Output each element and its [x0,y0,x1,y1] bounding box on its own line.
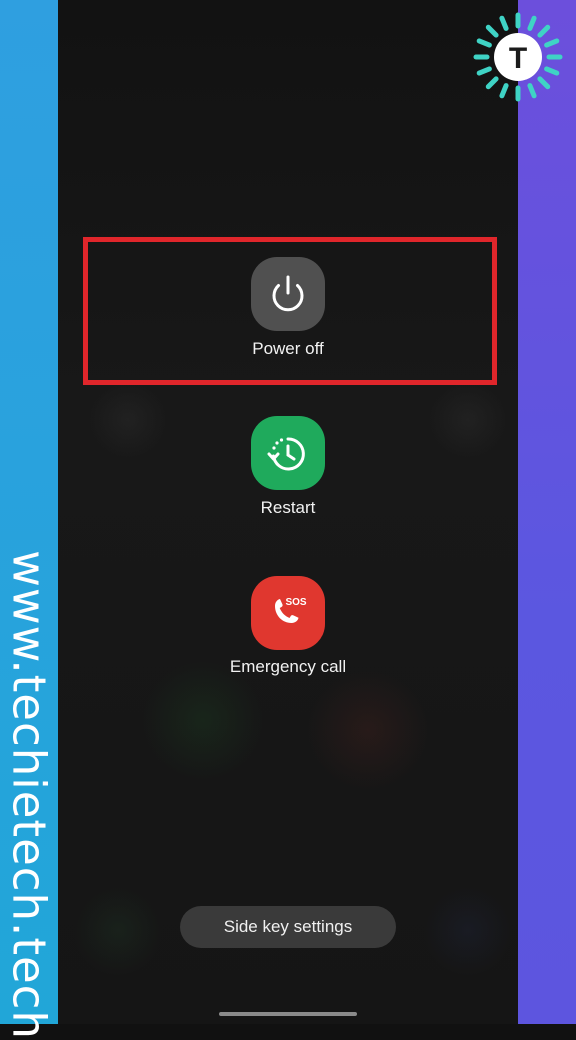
logo-tick [485,76,499,90]
logo-tick [476,38,492,48]
watermark-url: www.techietech.tech [2,550,56,1040]
left-brand-band: www.techietech.tech [0,0,58,1040]
techietech-logo-icon: T [473,12,563,102]
logo-tick [537,76,551,90]
logo-tick [544,66,560,76]
power-menu-screen: Power off Restart SOS Emergency call Sid… [58,0,518,1024]
restart-button[interactable] [251,416,325,490]
logo-tick [527,83,537,99]
sos-badge: SOS [285,597,306,608]
logo-tick [499,83,509,99]
emergency-call-label: Emergency call [229,657,347,676]
navigation-handle[interactable] [219,1012,357,1016]
logo-letter: T [509,42,527,75]
side-key-settings-button[interactable]: Side key settings [180,906,396,948]
right-brand-band [518,0,576,1024]
restart-label: Restart [260,498,316,517]
logo-tick [537,24,551,38]
power-off-highlight [83,237,497,385]
emergency-call-button[interactable]: SOS [251,576,325,650]
logo-tick [476,66,492,76]
sos-call-icon: SOS [275,597,307,623]
logo-tick [499,15,509,31]
logo-tick [527,15,537,31]
restart-icon [267,437,305,471]
logo-tick [485,24,499,38]
logo-tick [544,38,560,48]
